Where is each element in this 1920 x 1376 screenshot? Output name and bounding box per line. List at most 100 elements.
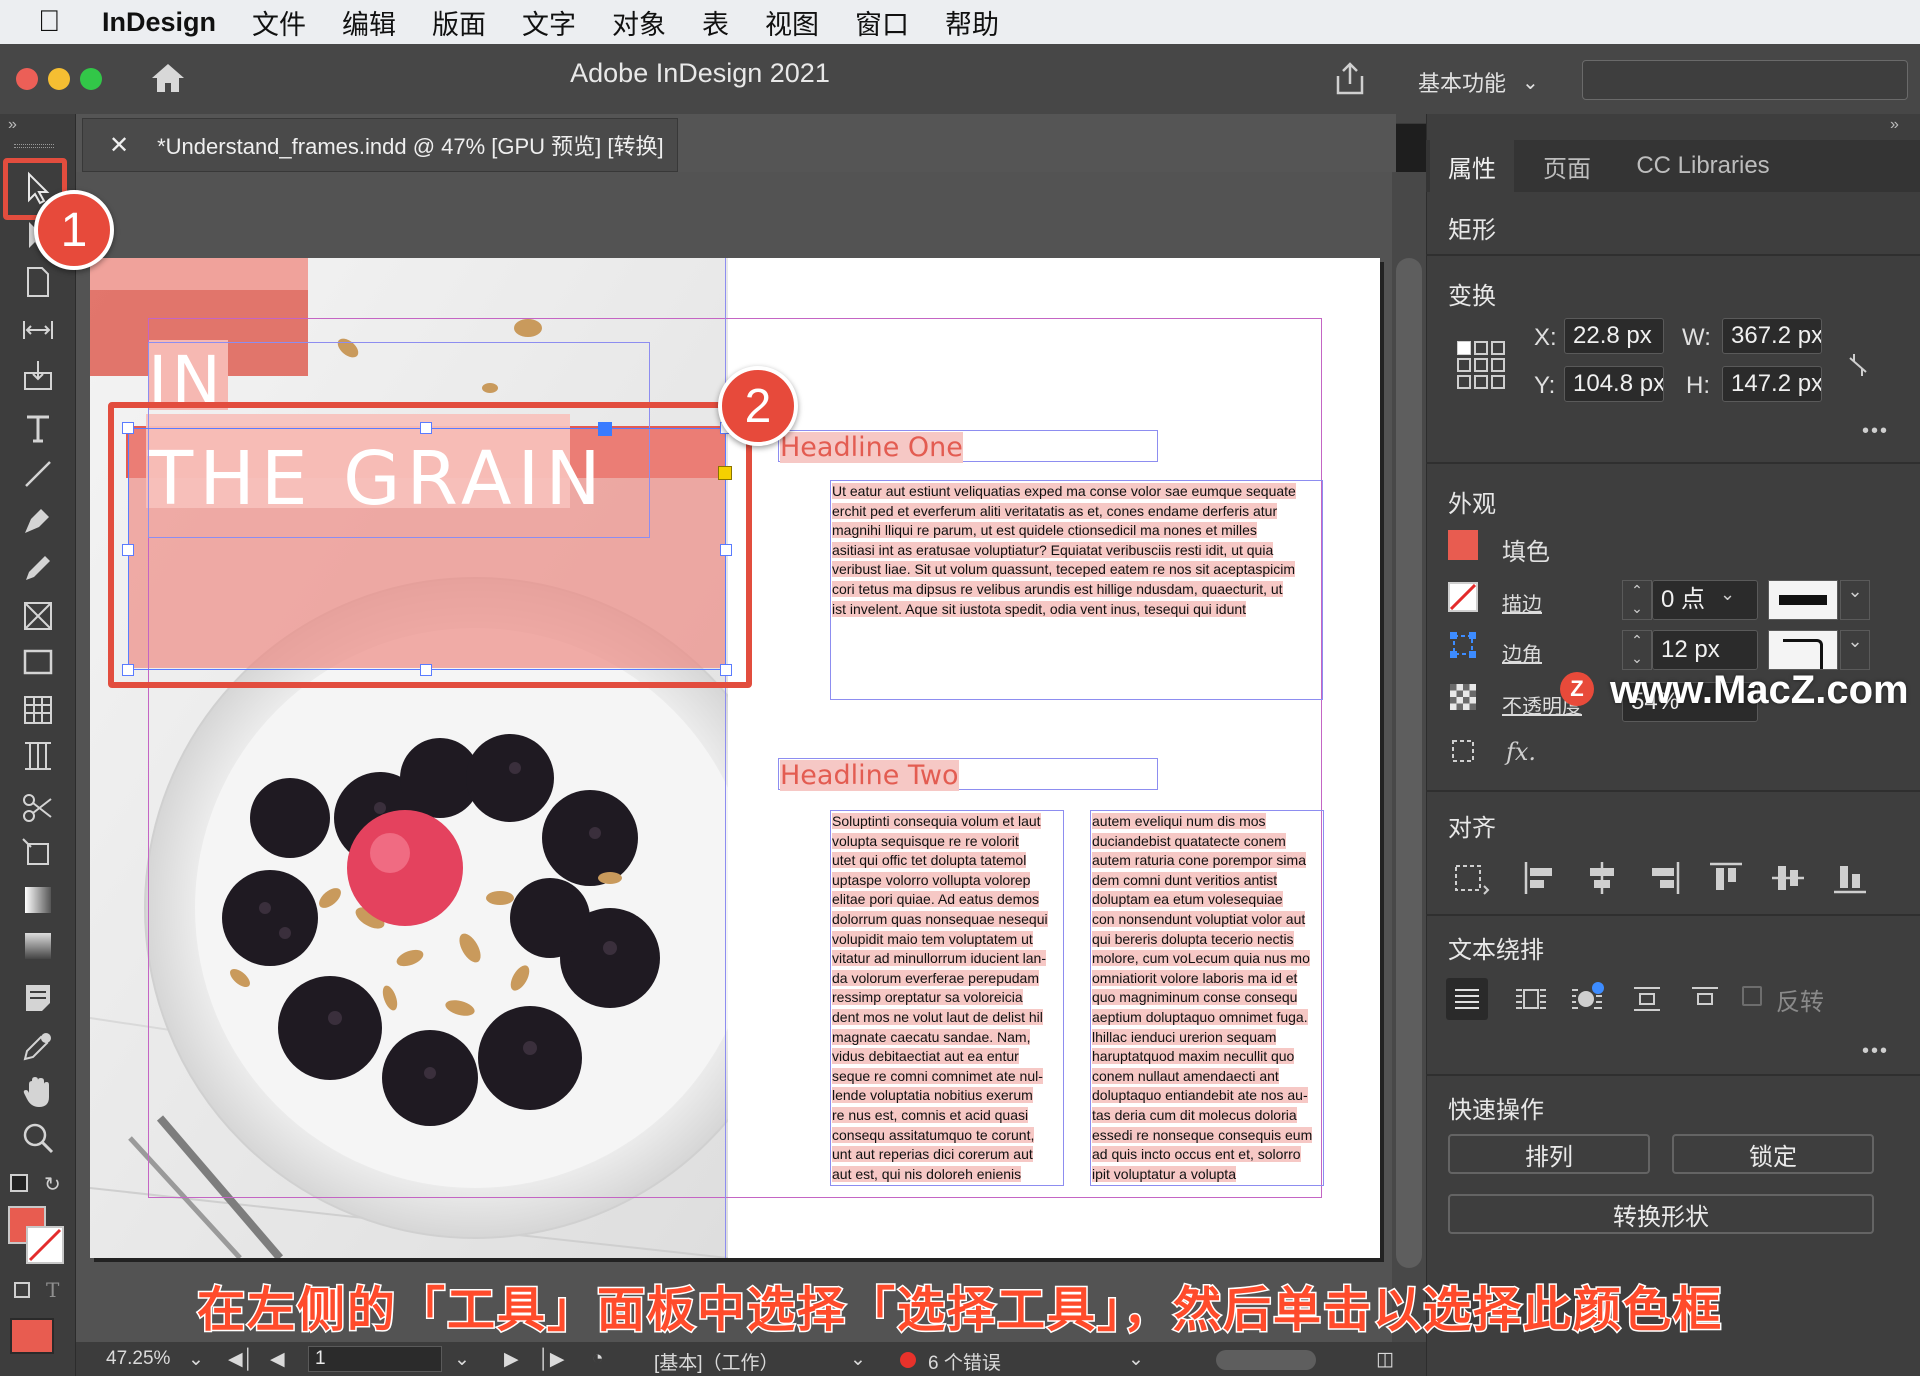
wrap-next-column-icon[interactable] [1684,978,1726,1020]
type-tool[interactable] [18,408,58,448]
vertical-scrollbar[interactable] [1392,172,1426,1342]
horizontal-scrollbar-thumb[interactable] [1216,1350,1316,1370]
menu-help[interactable]: 帮助 [945,3,999,42]
menu-edit[interactable]: 编辑 [342,3,396,42]
zoom-tool[interactable] [18,1118,58,1158]
preflight-profile-label[interactable]: [基本]（工作） [654,1348,779,1375]
tools-panel-collapse[interactable]: » [8,116,17,134]
page-dropdown-icon[interactable]: ⌄ [454,1348,470,1371]
color-block-top-left[interactable] [90,258,308,290]
chevron-down-icon[interactable]: ⌄ [1128,1348,1144,1371]
tab-properties[interactable]: 属性 [1430,140,1514,192]
tab-cc-libraries[interactable]: CC Libraries [1620,140,1786,192]
headline-one[interactable]: Headline One [780,432,963,463]
stroke-swatch[interactable] [26,1226,64,1264]
free-transform-tool[interactable] [18,834,58,874]
line-tool[interactable] [18,454,58,494]
hand-tool[interactable] [18,1072,58,1112]
tab-pages[interactable]: 页面 [1518,140,1616,192]
lock-button[interactable]: 锁定 [1672,1134,1874,1174]
wrap-jump-object-icon[interactable] [1626,978,1668,1020]
table-tool[interactable] [18,690,58,730]
swap-fill-stroke-icon[interactable]: ↻ [44,1172,61,1197]
chevron-down-icon[interactable]: ⌄ [1522,70,1539,95]
grid-tool[interactable] [18,736,58,776]
preflight-profile-icon[interactable]: ◔ [592,1348,603,1370]
stroke-type-dropdown[interactable]: ⌄ [1840,580,1870,620]
document-tab[interactable]: ✕ *Understand_frames.indd @ 47% [GPU 预览]… [82,118,678,172]
content-collector-tool[interactable] [18,356,58,396]
fill-color-swatch[interactable] [1448,530,1478,560]
h-field[interactable]: 147.2 px [1722,366,1822,402]
corner-stepper[interactable]: ⌃ ⌄ [1622,630,1652,670]
align-horizontal-center-icon[interactable] [1584,860,1620,896]
pencil-tool[interactable] [18,548,58,588]
fx-button[interactable]: fx. [1506,738,1536,766]
menu-object[interactable]: 对象 [612,3,666,42]
more-options-icon[interactable]: ••• [1862,1040,1889,1063]
object-effects-icon[interactable] [1450,738,1476,764]
align-left-icon[interactable] [1522,860,1558,896]
stroke-color-swatch[interactable] [1448,582,1478,612]
rectangle-tool[interactable] [18,642,58,682]
w-field[interactable]: 367.2 px [1722,318,1822,354]
share-icon[interactable] [1334,62,1366,96]
align-bottom-icon[interactable] [1832,860,1868,896]
apple-icon[interactable]:  [38,5,84,39]
align-vertical-center-icon[interactable] [1770,860,1806,896]
corner-shape-swatch[interactable] [1768,630,1838,670]
convert-shape-button[interactable]: 转换形状 [1448,1194,1874,1234]
more-options-icon[interactable]: ••• [1862,420,1889,443]
split-view-icon[interactable]: ◫ [1376,1348,1394,1371]
body-text-two-left[interactable]: Soluptinti consequia volum et laut volupt… [832,812,1062,1184]
menu-table[interactable]: 表 [702,3,729,42]
corner-shape-dropdown[interactable]: ⌄ [1840,630,1870,670]
scrollbar-thumb[interactable] [1396,258,1422,1268]
stroke-stepper[interactable]: ⌃ ⌄ [1622,580,1652,620]
panel-collapse-icon[interactable]: » [1890,116,1899,134]
constrain-proportions-icon[interactable] [1846,350,1870,380]
gradient-swatch-tool[interactable] [18,880,58,920]
wrap-none-button[interactable] [1446,978,1488,1020]
headline-two[interactable]: Headline Two [780,760,959,791]
menu-layout[interactable]: 版面 [432,3,486,42]
reference-point-icon[interactable] [1456,340,1506,390]
rectangle-frame-tool[interactable] [18,596,58,636]
y-field[interactable]: 104.8 px [1564,366,1664,402]
chevron-down-icon[interactable]: ⌄ [850,1348,866,1371]
first-page-icon[interactable]: ◀│ [228,1348,255,1371]
align-to-selection-icon[interactable] [1452,860,1492,896]
body-text-two-right[interactable]: autem eveliqui num dis mos duciandebist q… [1092,812,1322,1184]
scissors-tool[interactable] [18,788,58,828]
corner-size-field[interactable]: 12 px [1652,630,1758,670]
menu-type[interactable]: 文字 [522,3,576,42]
last-page-icon[interactable]: │▶ [538,1348,565,1371]
menu-window[interactable]: 窗口 [855,3,909,42]
default-fill-stroke-icon[interactable] [10,1174,28,1192]
menu-file[interactable]: 文件 [252,3,306,42]
preflight-errors[interactable]: 6 个错误 [928,1348,1001,1375]
tools-panel-grip[interactable] [14,144,54,148]
page-number-field[interactable]: 1 [308,1346,442,1372]
gap-tool[interactable] [18,310,58,350]
chevron-down-icon[interactable]: ⌄ [188,1348,204,1371]
next-page-icon[interactable]: ▶ [504,1348,519,1371]
align-top-icon[interactable] [1708,860,1744,896]
note-tool[interactable] [18,978,58,1018]
corner-options-icon[interactable] [1448,630,1478,660]
workspace-switcher[interactable]: 基本功能 [1418,66,1506,98]
stroke-weight-field[interactable]: 0 点 [1652,580,1758,620]
pen-tool[interactable] [18,500,58,540]
body-text-one[interactable]: Ut eatur aut estiunt veliquatias exped m… [832,482,1322,619]
x-field[interactable]: 22.8 px [1564,318,1664,354]
stroke-type-swatch[interactable] [1768,580,1838,620]
search-input[interactable] [1582,60,1908,100]
prev-page-icon[interactable]: ◀ [270,1348,285,1371]
invert-checkbox[interactable] [1742,986,1762,1006]
arrange-button[interactable]: 排列 [1448,1134,1650,1174]
wrap-object-shape-icon[interactable] [1566,978,1608,1020]
stroke-link[interactable]: 描边 [1502,588,1542,617]
page-tool[interactable] [18,262,58,302]
align-right-icon[interactable] [1646,860,1682,896]
stroke-weight-dropdown[interactable]: ⌄ [1720,584,1735,605]
